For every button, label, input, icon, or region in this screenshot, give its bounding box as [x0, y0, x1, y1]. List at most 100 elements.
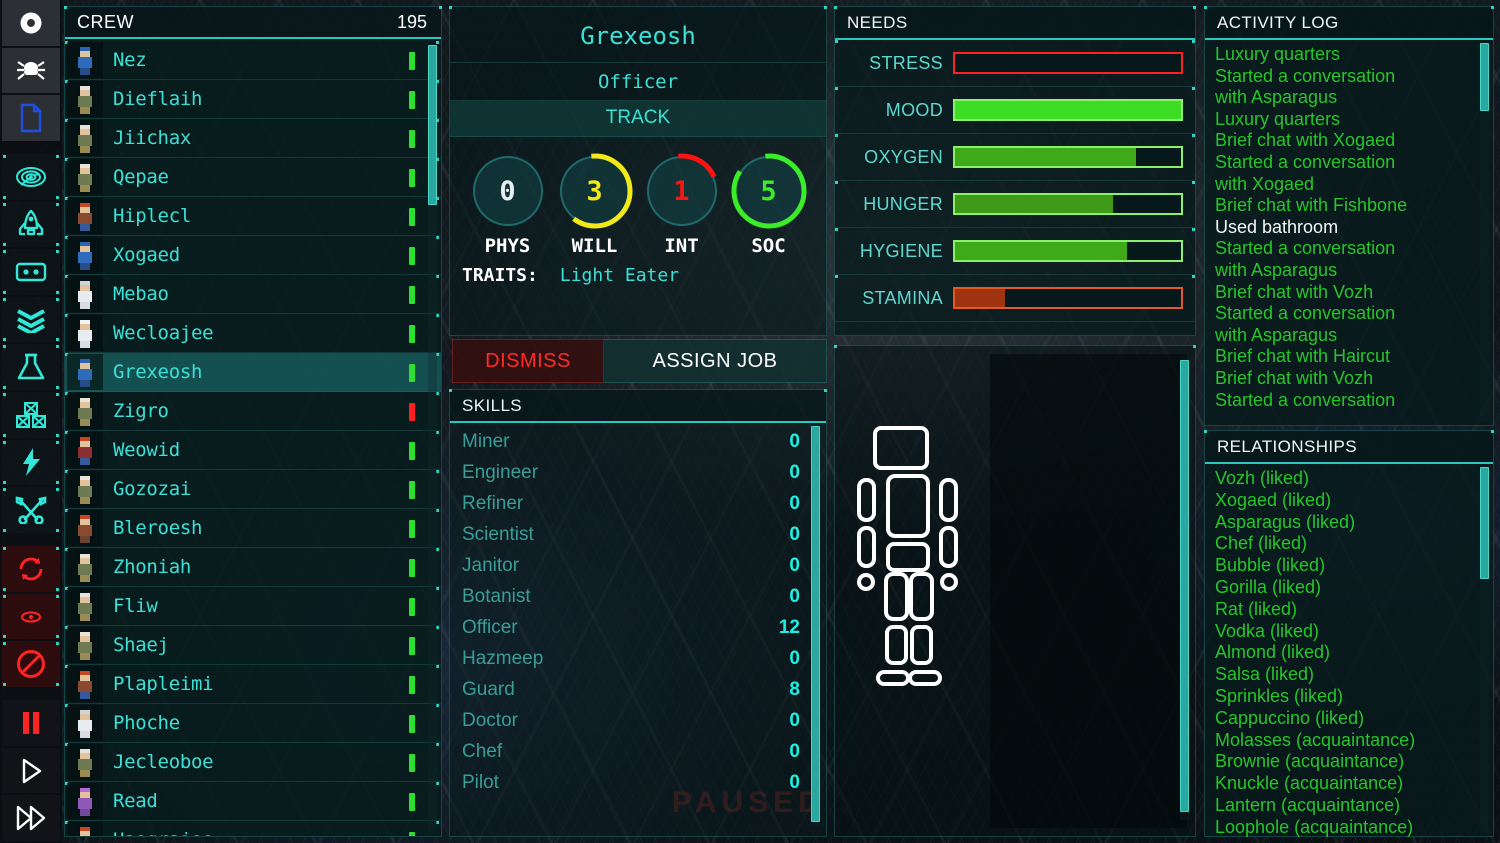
- right-lower-arm-part: [939, 526, 958, 568]
- forbidden-icon: [16, 649, 46, 679]
- crew-member-name: Gozozai: [113, 478, 191, 500]
- activity-log-entry: Brief chat with Haircut: [1215, 346, 1391, 367]
- crew-list-item[interactable]: Jiichax: [65, 119, 441, 158]
- relationship-entry: Rat (liked): [1215, 598, 1298, 619]
- crew-list-item[interactable]: Bleroesh: [65, 509, 441, 548]
- toolbar-chevrons[interactable]: [2, 296, 60, 343]
- crew-panel: CREW 195 Nez Dieflaih Jiichax Qepae Hiplecl X…: [64, 6, 442, 837]
- right-shin-part: [910, 625, 933, 665]
- crew-list-item[interactable]: Fliw: [65, 587, 441, 626]
- crew-health-bar: [409, 676, 415, 694]
- track-button[interactable]: TRACK: [450, 101, 826, 137]
- assign-job-button[interactable]: ASSIGN JOB: [604, 339, 827, 383]
- crew-health-bar: [409, 442, 415, 460]
- skill-row: Hazmeep 0: [450, 643, 826, 674]
- toolbar-robot[interactable]: [2, 249, 60, 295]
- need-bar: [953, 52, 1183, 74]
- relationships-panel: RELATIONSHIPS Vozh (liked) Xogaed (liked)…: [1204, 430, 1494, 837]
- crew-list-item[interactable]: Dieflaih: [65, 80, 441, 119]
- dismiss-button[interactable]: DISMISS: [452, 339, 604, 383]
- need-row: MOOD: [835, 87, 1195, 134]
- crew-list-item[interactable]: Read: [65, 782, 441, 821]
- crew-member-name: Bleroesh: [113, 517, 203, 539]
- relationships-scrollbar-track[interactable]: [1480, 467, 1489, 833]
- right-hand-part: [940, 573, 958, 591]
- crew-list-item[interactable]: Nez: [65, 41, 441, 80]
- skill-row: Engineer 0: [450, 457, 826, 488]
- character-role: Officer: [450, 63, 826, 101]
- crew-list-item[interactable]: Plapleimi: [65, 665, 441, 704]
- crew-list-item[interactable]: Shaej: [65, 626, 441, 665]
- need-bar-fill: [955, 101, 1181, 119]
- crew-member-name: Xogaed: [113, 244, 180, 266]
- crew-list-item[interactable]: Weowid: [65, 431, 441, 470]
- corner-tick: [3, 433, 6, 437]
- activity-log-entry: Started a conversation: [1215, 65, 1396, 86]
- needs-list: STRESS MOOD OXYGEN HUNGER HYGIENE STAMINA: [835, 40, 1195, 322]
- toolbar-eye[interactable]: [2, 593, 60, 640]
- crew-list-item[interactable]: Haograjoe: [65, 821, 441, 836]
- activity-log-scrollbar-track[interactable]: [1480, 43, 1489, 421]
- crew-list-item[interactable]: Mebao: [65, 275, 441, 314]
- toolbar-rocket[interactable]: [2, 201, 60, 248]
- need-bar: [953, 193, 1183, 215]
- skills-scrollbar-thumb[interactable]: [811, 426, 820, 822]
- crew-health-bar: [409, 793, 415, 811]
- toolbar-document[interactable]: [2, 95, 60, 141]
- crew-list[interactable]: Nez Dieflaih Jiichax Qepae Hiplecl Xogaed Meba…: [65, 41, 441, 836]
- toolbar-bug[interactable]: [2, 47, 60, 94]
- crew-avatar: [67, 744, 103, 780]
- crew-list-item[interactable]: Wecloajee: [65, 314, 441, 353]
- corner-tick: [3, 587, 6, 591]
- crew-list-item[interactable]: Jecleoboe: [65, 743, 441, 782]
- activity-log-entry: Started a conversation: [1215, 389, 1396, 410]
- corner-tick: [56, 433, 59, 437]
- toolbar-wrench[interactable]: [2, 487, 60, 533]
- need-row: HYGIENE: [835, 228, 1195, 275]
- toolbar-forbidden[interactable]: [2, 641, 60, 687]
- crew-avatar: [67, 705, 103, 741]
- crew-list-item[interactable]: Xogaed: [65, 236, 441, 275]
- skill-row: Janitor 0: [450, 550, 826, 581]
- body-scrollbar-track[interactable]: [1180, 360, 1189, 820]
- crew-avatar: [67, 198, 103, 234]
- corner-tick: [56, 440, 59, 444]
- corner-tick: [3, 481, 6, 485]
- crew-list-item[interactable]: Qepae: [65, 158, 441, 197]
- crew-list-item[interactable]: Zhoniah: [65, 548, 441, 587]
- crew-list-item[interactable]: Phoche: [65, 704, 441, 743]
- stat-soc: 5 SOC: [729, 151, 809, 257]
- body-scrollbar-thumb[interactable]: [1180, 360, 1189, 812]
- relationships-list[interactable]: Vozh (liked) Xogaed (liked) Asparagus (lik…: [1205, 464, 1493, 839]
- crew-list-item[interactable]: Grexeosh: [65, 353, 441, 392]
- corner-tick: [56, 528, 59, 532]
- crew-list-item[interactable]: Zigro: [65, 392, 441, 431]
- crew-scrollbar-thumb[interactable]: [428, 45, 437, 205]
- toolbar-crates[interactable]: [2, 392, 60, 438]
- toolbar-fast-forward[interactable]: [2, 795, 60, 841]
- toolbar-radar[interactable]: [2, 154, 60, 200]
- body-diagram[interactable]: [853, 424, 983, 754]
- activity-log-scrollbar-thumb[interactable]: [1480, 43, 1489, 111]
- need-bar: [953, 99, 1183, 121]
- activity-log-list[interactable]: Luxury quarters Started a conversation wit…: [1205, 40, 1493, 428]
- crew-list-item[interactable]: Gozozai: [65, 470, 441, 509]
- toolbar-lightning[interactable]: [2, 439, 60, 486]
- toolbar-refresh[interactable]: [2, 546, 60, 592]
- skill-row: Pilot 0: [450, 767, 826, 798]
- activity-log-entry: Luxury quarters: [1215, 44, 1341, 64]
- character-stats: 0 PHYS 3 WILL 1 INT 5 SOC: [450, 137, 826, 257]
- left-hand-part: [857, 573, 875, 591]
- toolbar-pause[interactable]: [2, 700, 60, 746]
- crew-list-item[interactable]: Hiplecl: [65, 197, 441, 236]
- stat-label: WILL: [571, 235, 618, 257]
- crew-health-bar: [409, 91, 415, 109]
- toolbar-flask[interactable]: [2, 344, 60, 391]
- skill-name: Officer: [462, 616, 518, 638]
- crew-scrollbar-track[interactable]: [428, 45, 437, 831]
- skills-scrollbar-track[interactable]: [811, 426, 820, 826]
- toolbar-gear[interactable]: [2, 0, 60, 46]
- relationships-scrollbar-thumb[interactable]: [1480, 467, 1489, 579]
- toolbar-play[interactable]: [2, 747, 60, 794]
- left-thigh-part: [884, 572, 909, 621]
